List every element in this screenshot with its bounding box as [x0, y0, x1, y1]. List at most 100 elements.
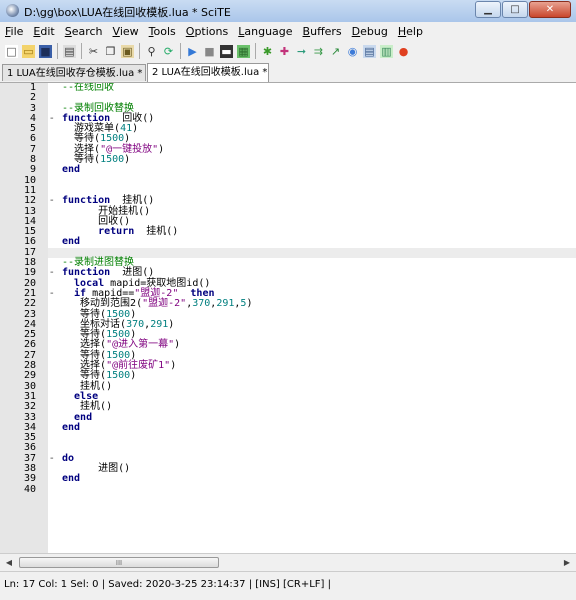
fold-empty: [50, 310, 62, 320]
scroll-right-arrow[interactable]: ▶: [560, 556, 574, 569]
menu-help[interactable]: Help: [393, 25, 428, 38]
menu-buffers[interactable]: Buffers: [298, 25, 347, 38]
maximize-button[interactable]: □: [502, 1, 528, 18]
menu-accelerator: S: [64, 24, 72, 38]
fold-empty: [50, 155, 62, 165]
menu-file[interactable]: File: [0, 25, 28, 38]
record-icon: ●: [397, 44, 410, 58]
fold-marker[interactable]: -: [50, 195, 62, 206]
run-button[interactable]: ▶: [185, 44, 200, 59]
open-icon: ▭: [22, 44, 35, 58]
menu-tools[interactable]: Tools: [144, 25, 181, 38]
fold-empty: [50, 227, 62, 237]
tab-file-1[interactable]: 1 LUA在线回收存仓模板.lua *: [2, 64, 146, 81]
code-editor[interactable]: 1 2 3 4 5 6 7 8 9 10 11 12 13 14 15 16 17 18 19 20 21 22 23 24 2…: [0, 83, 576, 553]
code-token: ): [246, 298, 253, 310]
step-icon: ➞: [295, 44, 308, 58]
fold-empty: [50, 83, 62, 93]
fold-empty: [50, 93, 62, 103]
cut-button[interactable]: ✂: [86, 44, 101, 59]
replace-button[interactable]: ⟳: [161, 44, 176, 59]
minimize-button[interactable]: ▁: [475, 1, 501, 18]
menu-edit[interactable]: Edit: [28, 25, 59, 38]
line-number: 40: [23, 483, 36, 495]
menu-bar: File Edit Search View Tools Options Language Bu…: [0, 22, 576, 40]
fold-empty: [50, 320, 62, 330]
bug-icon: ✱: [261, 44, 274, 58]
fold-marker[interactable]: -: [50, 288, 62, 299]
menu-language[interactable]: Language: [233, 25, 297, 38]
tool1-button[interactable]: ▤: [362, 44, 377, 59]
menu-label: ile: [10, 24, 24, 38]
code-line: end: [62, 165, 252, 175]
fold-margin[interactable]: - - - - -: [50, 83, 62, 495]
fold-empty: [50, 474, 62, 484]
fold-marker[interactable]: -: [50, 453, 62, 464]
copy-button[interactable]: ❐: [103, 44, 118, 59]
stepover-icon: ⇉: [312, 44, 325, 58]
fold-empty: [50, 237, 62, 247]
tab-file-2[interactable]: 2 LUA在线回收模板.lua *: [147, 63, 269, 82]
bug-button[interactable]: ✱: [260, 44, 275, 59]
menu-view[interactable]: View: [108, 25, 144, 38]
save-button[interactable]: ■: [38, 44, 53, 59]
replace-icon: ⟳: [162, 44, 175, 58]
stop-button[interactable]: ■: [202, 44, 217, 59]
fold-empty: [50, 371, 62, 381]
number-token: 1500: [100, 154, 125, 166]
scroll-left-arrow[interactable]: ◀: [2, 556, 16, 569]
menu-label: uffers: [310, 24, 342, 38]
menu-label: dit: [40, 24, 55, 38]
record-button[interactable]: ●: [396, 44, 411, 59]
debug-button[interactable]: ✚: [277, 44, 292, 59]
new-button[interactable]: □: [4, 44, 19, 59]
debug-icon: ✚: [278, 44, 291, 58]
stepover-button[interactable]: ⇉: [311, 44, 326, 59]
step-button[interactable]: ➞: [294, 44, 309, 59]
find-button[interactable]: ⚲: [144, 44, 159, 59]
open-button[interactable]: ▭: [21, 44, 36, 59]
code-token: ): [174, 339, 181, 351]
close-button[interactable]: ✕: [529, 1, 571, 18]
horizontal-scrollbar[interactable]: ◀ III ▶: [0, 553, 576, 571]
tool2-icon: ▥: [380, 44, 393, 58]
print-button[interactable]: ▤: [62, 44, 77, 59]
toolbar-separator: [255, 43, 256, 59]
new-icon: □: [5, 44, 18, 58]
tool2-button[interactable]: ▥: [379, 44, 394, 59]
console-icon: ▬: [220, 44, 233, 58]
close-icon: ✕: [545, 4, 555, 15]
menu-search[interactable]: Search: [60, 25, 108, 38]
keyword-token: end: [62, 473, 81, 485]
console-button[interactable]: ▬: [219, 44, 234, 59]
script-button[interactable]: ▦: [236, 44, 251, 59]
fold-empty: [50, 124, 62, 134]
fold-empty: [50, 351, 62, 361]
toolbar-separator: [139, 43, 140, 59]
fold-marker[interactable]: -: [50, 268, 62, 279]
toolbar-separator: [180, 43, 181, 59]
code-line: end: [62, 474, 252, 484]
scrollbar-thumb[interactable]: III: [19, 557, 219, 568]
menu-options[interactable]: Options: [181, 25, 233, 38]
tab-bar: 1 LUA在线回收存仓模板.lua * 2 LUA在线回收模板.lua *: [0, 62, 576, 83]
stepout-button[interactable]: ↗: [328, 44, 343, 59]
watch-button[interactable]: ◉: [345, 44, 360, 59]
find-icon: ⚲: [145, 44, 158, 58]
code-token: 挂机(): [134, 226, 179, 238]
fold-empty: [50, 145, 62, 155]
keyword-token: end: [62, 164, 81, 176]
fold-empty: [50, 134, 62, 144]
code-text[interactable]: --在线回收 --录制回收替换 function 回收() 游戏菜单(41) 等待(…: [62, 83, 252, 495]
fold-empty: [50, 392, 62, 402]
menu-label: iew: [119, 24, 139, 38]
menu-debug[interactable]: Debug: [347, 25, 393, 38]
fold-empty: [50, 413, 62, 423]
paste-button[interactable]: ▣: [120, 44, 135, 59]
fold-marker[interactable]: -: [50, 113, 62, 124]
toolbar-separator: [81, 43, 82, 59]
title-bar: D:\gg\box\LUA在线回收模板.lua * SciTE ▁ □ ✕: [0, 0, 576, 23]
comment-token: --在线回收: [62, 83, 115, 93]
